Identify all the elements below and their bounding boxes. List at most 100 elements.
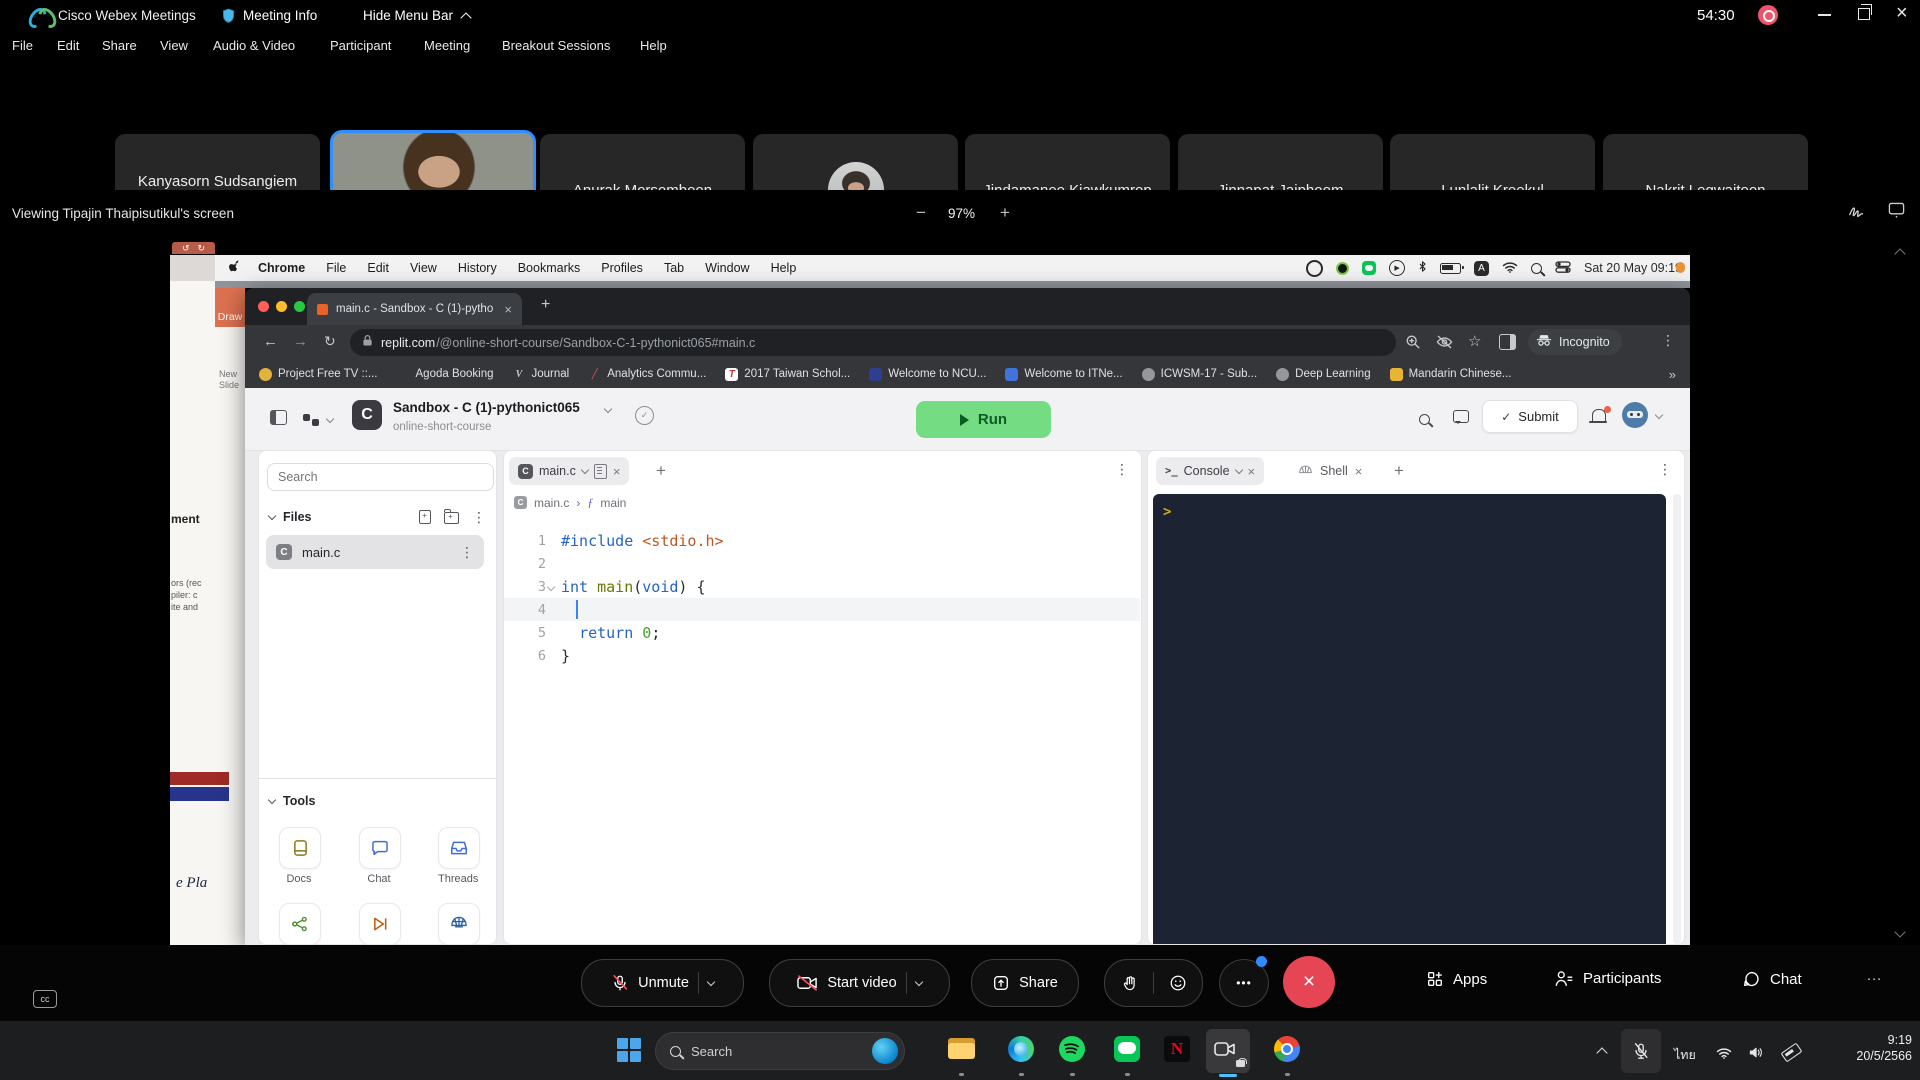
control-overflow-button[interactable]: …: [1866, 967, 1882, 985]
hide-menu-bar-button[interactable]: Hide Menu Bar: [363, 8, 470, 23]
tools-section-header[interactable]: Tools: [269, 794, 315, 808]
bookmark-star-icon[interactable]: ☆: [1468, 332, 1481, 350]
bookmark-item[interactable]: ICWSM-17 - Sub...: [1142, 368, 1258, 381]
apps-button[interactable]: Apps: [1426, 970, 1487, 988]
tray-mic-muted[interactable]: [1621, 1029, 1661, 1073]
sidebar-toggle-icon[interactable]: [270, 410, 287, 425]
tool-chat-button[interactable]: [359, 827, 401, 869]
chevron-down-icon[interactable]: [1234, 466, 1242, 474]
notifications-bell-icon[interactable]: [1592, 409, 1606, 421]
new-file-icon[interactable]: +: [419, 510, 431, 524]
bookmark-item[interactable]: VJournal: [513, 368, 570, 381]
zoom-in-button[interactable]: +: [1000, 203, 1010, 223]
chevron-down-icon[interactable]: [1655, 411, 1663, 419]
netflix-icon[interactable]: N: [1164, 1036, 1190, 1062]
mac-menu-bookmarks[interactable]: Bookmarks: [518, 261, 581, 275]
chrome-menu-icon[interactable]: ⋮: [1661, 333, 1675, 347]
start-video-button[interactable]: Start video: [769, 959, 950, 1007]
new-tab-button[interactable]: +: [541, 296, 550, 314]
closed-caption-button[interactable]: cc: [33, 990, 57, 1008]
input-source-icon[interactable]: A: [1474, 261, 1489, 276]
raise-hand-button[interactable]: [1105, 974, 1153, 992]
chevron-down-icon[interactable]: [581, 466, 589, 474]
close-tab-icon[interactable]: ×: [613, 464, 621, 479]
bluetooth-icon[interactable]: [1418, 260, 1427, 276]
zoom-page-icon[interactable]: [1405, 334, 1421, 355]
comments-icon[interactable]: [1453, 410, 1469, 423]
zoom-out-button[interactable]: −: [916, 203, 926, 223]
bookmark-item[interactable]: Welcome to NCU...: [869, 368, 986, 381]
tab-close-icon[interactable]: ×: [504, 302, 512, 317]
close-shell-icon[interactable]: ×: [1355, 464, 1363, 479]
chevron-down-icon[interactable]: [707, 977, 715, 985]
url-bar[interactable]: replit.com /@online-short-course/Sandbox…: [350, 329, 1396, 356]
tool-tests-button[interactable]: [359, 903, 401, 945]
control-center-icon[interactable]: [1555, 261, 1571, 276]
start-button[interactable]: [617, 1038, 641, 1062]
project-name[interactable]: Sandbox - C (1)-pythonict065: [393, 400, 580, 415]
mac-menu-window[interactable]: Window: [705, 261, 749, 275]
menu-edit[interactable]: Edit: [57, 38, 79, 53]
bookmark-item[interactable]: Mandarin Chinese...: [1390, 368, 1512, 381]
creative-cloud-icon[interactable]: [1306, 260, 1323, 277]
meeting-info-button[interactable]: Meeting Info: [243, 8, 317, 23]
leave-meeting-button[interactable]: ×: [1283, 956, 1335, 1008]
tray-volume-icon[interactable]: [1748, 1046, 1764, 1064]
account-avatar[interactable]: [1622, 402, 1648, 428]
scroll-up-icon[interactable]: [1894, 248, 1905, 259]
spotify-icon[interactable]: [1059, 1036, 1085, 1062]
mac-menu-tab[interactable]: Tab: [664, 261, 684, 275]
tray-wifi-icon[interactable]: [1716, 1046, 1732, 1064]
close-button[interactable]: ×: [1896, 2, 1908, 25]
new-folder-icon[interactable]: +: [444, 512, 459, 524]
bookmark-item[interactable]: Agoda Booking: [397, 368, 494, 381]
files-menu-icon[interactable]: ⋮: [472, 510, 486, 524]
menu-help[interactable]: Help: [640, 38, 667, 53]
tray-chevron-icon[interactable]: [1596, 1047, 1607, 1058]
run-button[interactable]: Run: [916, 401, 1051, 438]
menu-meeting[interactable]: Meeting: [424, 38, 470, 53]
menu-participant[interactable]: Participant: [330, 38, 391, 53]
bookmark-item[interactable]: Welcome to ITNe...: [1005, 368, 1122, 381]
sidebar-search-input[interactable]: [267, 463, 494, 491]
spotlight-icon[interactable]: [1531, 263, 1542, 274]
chevron-down-icon[interactable]: [604, 405, 612, 413]
console-scrollbar[interactable]: [1673, 494, 1681, 944]
line-app-icon[interactable]: [1362, 261, 1376, 275]
taskbar-search[interactable]: Search: [655, 1032, 905, 1070]
webex-taskbar-icon[interactable]: [1206, 1029, 1250, 1073]
share-button[interactable]: Share: [971, 959, 1079, 1007]
forward-button[interactable]: →: [293, 333, 308, 350]
bookmark-item[interactable]: Deep Learning: [1276, 368, 1370, 381]
console-output[interactable]: >: [1153, 494, 1666, 944]
search-icon[interactable]: [1419, 414, 1430, 425]
unmute-button[interactable]: Unmute: [581, 959, 744, 1007]
mac-close-button[interactable]: [258, 301, 269, 312]
tray-clock[interactable]: 9:19 20/5/2566: [1820, 1033, 1912, 1063]
console-tab[interactable]: >_ Console ×: [1156, 457, 1264, 485]
minimize-button[interactable]: [1818, 14, 1831, 16]
menu-audio-video[interactable]: Audio & Video: [213, 38, 295, 53]
green-app-icon[interactable]: [1336, 262, 1349, 275]
mac-menu-history[interactable]: History: [458, 261, 497, 275]
annotate-icon[interactable]: [1848, 204, 1866, 223]
bookmarks-overflow-icon[interactable]: »: [1669, 367, 1676, 382]
mac-menu-view[interactable]: View: [410, 261, 437, 275]
line-icon[interactable]: [1114, 1036, 1140, 1062]
mac-menu-chrome[interactable]: Chrome: [258, 261, 305, 275]
tool-shell-button[interactable]: [438, 903, 480, 945]
layout-icon[interactable]: [1888, 202, 1905, 224]
files-section-header[interactable]: Files + + ⋮: [269, 507, 486, 527]
side-panel-icon[interactable]: [1499, 334, 1516, 350]
chat-button[interactable]: Chat: [1742, 970, 1802, 988]
tray-pen-icon[interactable]: [1781, 1043, 1803, 1063]
new-editor-tab-button[interactable]: +: [656, 461, 666, 481]
record-indicator-icon[interactable]: [1758, 5, 1778, 25]
mac-menu-edit[interactable]: Edit: [367, 261, 389, 275]
chrome-icon[interactable]: [1274, 1036, 1300, 1062]
console-menu-icon[interactable]: ⋮: [1658, 462, 1672, 476]
reload-button[interactable]: ↻: [324, 333, 336, 350]
tool-graph-button[interactable]: [279, 903, 321, 945]
play-circle-icon[interactable]: ▶: [1389, 260, 1405, 276]
code-area[interactable]: 1#include <stdio.h> 2 3int main(void) { …: [504, 529, 1140, 667]
